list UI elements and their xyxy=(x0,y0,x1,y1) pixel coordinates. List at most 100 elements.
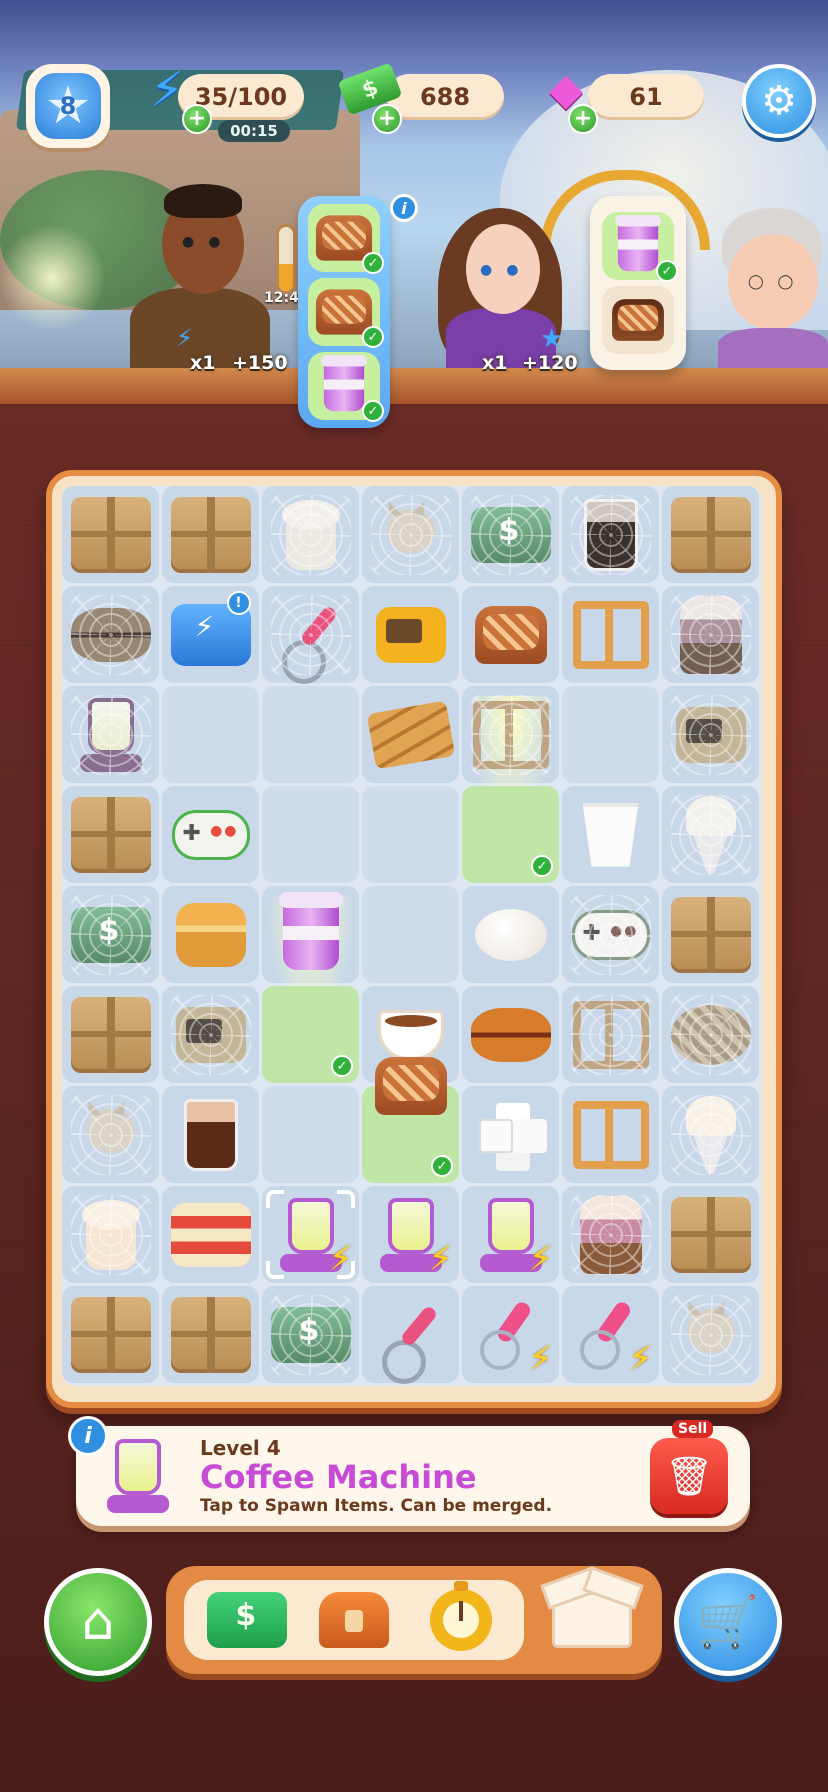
layer-cake-item[interactable] xyxy=(170,1195,251,1275)
board-cell[interactable] xyxy=(662,1286,759,1383)
board-cell[interactable] xyxy=(462,986,559,1083)
board-cell[interactable] xyxy=(362,586,459,683)
board-cell-empty[interactable] xyxy=(562,686,659,783)
board-cell[interactable] xyxy=(262,586,359,684)
board-cell[interactable] xyxy=(62,986,159,1083)
board-cell-order-ready[interactable]: ✓ xyxy=(362,1057,459,1183)
board-cell[interactable] xyxy=(62,686,159,783)
crate-frame-item[interactable] xyxy=(571,595,651,675)
board-cell[interactable] xyxy=(62,1086,159,1183)
order-item-toast[interactable]: ✓ xyxy=(308,204,384,274)
toast-item[interactable] xyxy=(471,595,551,675)
board-cell[interactable] xyxy=(262,1286,359,1383)
box-item[interactable] xyxy=(70,1295,151,1375)
board-cell[interactable] xyxy=(662,1186,759,1283)
board-cell[interactable]: ⚡ xyxy=(462,1286,559,1383)
order-item-toast[interactable]: ✓ xyxy=(308,278,384,348)
board-cell[interactable] xyxy=(62,1286,159,1383)
radio-item[interactable] xyxy=(371,595,451,675)
board-cell[interactable] xyxy=(362,686,459,783)
task-list-button[interactable]: ✔ xyxy=(0,222,133,785)
box-item[interactable] xyxy=(70,495,151,575)
coffee-machine-item[interactable]: ⚡ xyxy=(371,1195,453,1279)
customer-1-order[interactable]: ✓ ✓ ✓ xyxy=(298,196,390,428)
toast-item[interactable] xyxy=(371,1046,451,1126)
customer-grandma[interactable]: ◯◯ xyxy=(712,178,828,368)
storage-button[interactable] xyxy=(542,1582,642,1658)
board-cell[interactable] xyxy=(462,486,559,583)
board-cell[interactable]: ⚡ xyxy=(562,1286,659,1383)
sugar-cubes-item[interactable] xyxy=(471,1095,551,1175)
board-cell[interactable] xyxy=(562,986,659,1083)
webbed-controller-item[interactable] xyxy=(570,894,651,975)
coffee-machine-item[interactable]: ⚡ xyxy=(471,1195,553,1279)
board-cell[interactable] xyxy=(562,886,659,983)
board-cell-order-ready[interactable]: ✓ xyxy=(462,786,559,883)
webbed-latte-item[interactable] xyxy=(70,1194,151,1275)
board-cell-empty[interactable] xyxy=(262,786,359,883)
board-cell[interactable] xyxy=(62,1186,159,1283)
webbed-cake-item[interactable] xyxy=(270,494,351,575)
sandwich-item[interactable] xyxy=(171,895,251,975)
webbed-cash-item[interactable] xyxy=(270,1294,351,1375)
board-cell[interactable] xyxy=(662,786,759,883)
board-cell-empty[interactable] xyxy=(362,786,459,883)
board-cell[interactable] xyxy=(462,886,559,983)
board-cell[interactable] xyxy=(462,686,559,816)
webbed-pie-item[interactable] xyxy=(670,994,751,1075)
order-info-button[interactable]: i xyxy=(390,194,418,222)
sell-button[interactable]: 🗑 xyxy=(650,1438,728,1514)
webbed-cash-item[interactable] xyxy=(470,494,551,575)
add-cash-button[interactable]: + xyxy=(372,104,402,134)
inventory-stopwatch[interactable] xyxy=(421,1581,501,1657)
customer-2-order[interactable]: ✓ xyxy=(590,196,686,370)
webbed-parfait-item[interactable] xyxy=(670,594,751,675)
shop-button[interactable]: 🛒 xyxy=(674,1568,782,1676)
crate-frame-item[interactable] xyxy=(571,1095,651,1175)
board-cell[interactable] xyxy=(362,1286,459,1384)
board-cell[interactable] xyxy=(562,1186,659,1283)
add-gems-button[interactable]: + xyxy=(568,104,598,134)
board-cell-empty[interactable] xyxy=(162,686,259,783)
board-cell[interactable] xyxy=(562,1086,659,1183)
energy-lunchbox-item[interactable]: ! xyxy=(170,590,251,675)
board-cell[interactable] xyxy=(162,486,259,583)
board-cell[interactable] xyxy=(162,886,259,983)
hand-mixer-item[interactable]: ⚡ xyxy=(571,1295,653,1379)
board-cell[interactable] xyxy=(462,586,559,683)
customer-man[interactable]: ●● xyxy=(120,178,280,368)
board-cell-order-ready[interactable]: ✓ xyxy=(262,986,359,1083)
box-item[interactable] xyxy=(70,795,151,875)
board-cell-empty[interactable] xyxy=(262,1086,359,1183)
box-item[interactable] xyxy=(170,1295,251,1375)
player-level-badge[interactable]: ★ 8 xyxy=(26,64,110,148)
inventory-cash-box[interactable] xyxy=(207,1583,288,1657)
board-cell-empty[interactable] xyxy=(362,886,459,983)
board-cell[interactable] xyxy=(562,786,659,883)
pancakes-item[interactable] xyxy=(470,995,551,1075)
board-cell[interactable] xyxy=(162,1086,259,1183)
board-cell[interactable] xyxy=(262,486,359,583)
hand-mixer-item[interactable]: ⚡ xyxy=(471,1295,553,1379)
order-item-cup[interactable]: ✓ xyxy=(308,352,384,422)
board-cell[interactable] xyxy=(662,1086,759,1183)
board-cell[interactable] xyxy=(362,486,459,583)
iced-drink-item[interactable] xyxy=(171,1095,251,1175)
webbed-ice-cream-item[interactable] xyxy=(670,794,751,875)
skewer-item[interactable] xyxy=(371,1295,451,1384)
paper-cup-item[interactable] xyxy=(571,795,651,875)
webbed-cat-item[interactable] xyxy=(670,1294,751,1375)
order-item-cake-slice[interactable] xyxy=(602,286,674,354)
inventory-chest[interactable] xyxy=(314,1583,394,1657)
dough-item[interactable] xyxy=(471,895,551,975)
board-cell[interactable]: ⚡ xyxy=(362,1186,459,1283)
webbed-skewer-item[interactable] xyxy=(270,594,351,684)
webbed-tea-item[interactable] xyxy=(570,1194,651,1275)
board-cell[interactable] xyxy=(662,886,759,983)
box-item[interactable] xyxy=(70,995,151,1075)
board-cell[interactable] xyxy=(562,586,659,683)
webbed-console-item[interactable] xyxy=(170,994,251,1075)
board-cell[interactable]: ! xyxy=(162,586,259,683)
webbed-iced-tea-item[interactable] xyxy=(570,494,651,575)
board-cell[interactable] xyxy=(262,886,359,1016)
